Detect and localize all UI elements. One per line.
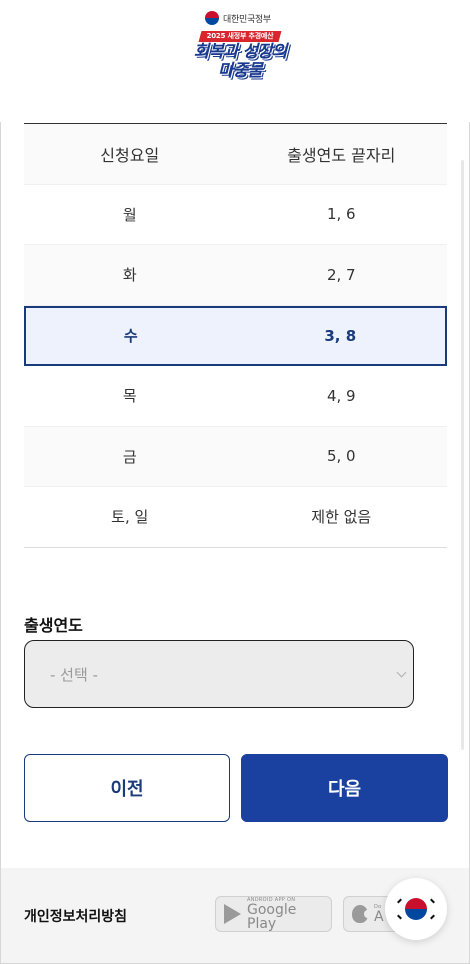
banner-subtitle-text: 2025 새정부 추경예산 [206,32,274,40]
app-store-big-text: A [374,908,384,925]
digits-cell: 2, 7 [326,265,356,284]
table-header-row: 신청요일 출생연도 끝자리 [24,124,447,185]
google-play-badge[interactable]: ANDROID APP ON Google Play [215,896,332,932]
banner-title-line1: 회복과 성장의 [193,42,288,62]
digits-cell: 4, 9 [326,386,356,405]
google-play-big-text: Google Play [247,901,297,932]
gov-name: 대한민국정부 [223,14,271,25]
apple-icon [352,905,371,923]
banner-subtitle: 2025 새정부 추경예산 [198,31,282,42]
next-button[interactable]: 다음 [241,754,448,822]
privacy-policy-link[interactable]: 개인정보처리방침 [24,906,127,926]
digits-cell: 1, 6 [326,205,356,224]
app-store-text: Do A [374,904,384,925]
language-flag-button[interactable] [385,878,447,940]
day-cell: 금 [122,447,137,466]
table-row: 목 4, 9 [24,366,447,427]
day-cell: 월 [122,205,137,224]
gov-logo: 대한민국정부 [205,11,271,25]
day-cell: 화 [122,266,137,285]
header: 대한민국정부 2025 새정부 추경예산 회복과 성장의 마중물 [0,0,470,122]
banner-title: 회복과 성장의 마중물 [180,43,300,81]
google-play-text: ANDROID APP ON Google Play [247,897,323,932]
table-row: 금 5, 0 [24,426,447,487]
day-cell: 토, 일 [111,508,149,527]
table-row-highlighted: 수 3, 8 [24,305,447,366]
column-header-digits: 출생연도 끝자리 [287,145,396,165]
day-cell: 목 [122,387,137,406]
schedule-table: 신청요일 출생연도 끝자리 월 1, 6 화 2, 7 수 3, 8 목 4, … [24,123,447,548]
table-row: 토, 일 제한 없음 [24,487,447,548]
digits-cell: 5, 0 [326,447,356,466]
chevron-down-icon [396,667,407,678]
prev-button[interactable]: 이전 [24,754,230,822]
taegeuk-icon [205,11,219,25]
korea-flag-icon [397,898,435,920]
digits-cell: 3, 8 [324,326,357,345]
column-header-day: 신청요일 [100,145,160,165]
digits-cell: 제한 없음 [311,508,372,527]
banner-title-line2: 마중물 [218,61,263,81]
scrollbar[interactable] [461,160,464,750]
table-row: 월 1, 6 [24,184,447,245]
birth-year-select[interactable]: - 선택 - [24,640,414,708]
birth-year-selected-value: - 선택 - [50,665,98,684]
google-play-icon [224,904,241,924]
table-row: 화 2, 7 [24,245,447,306]
day-cell: 수 [123,327,138,346]
birth-year-label: 출생연도 [24,616,83,635]
